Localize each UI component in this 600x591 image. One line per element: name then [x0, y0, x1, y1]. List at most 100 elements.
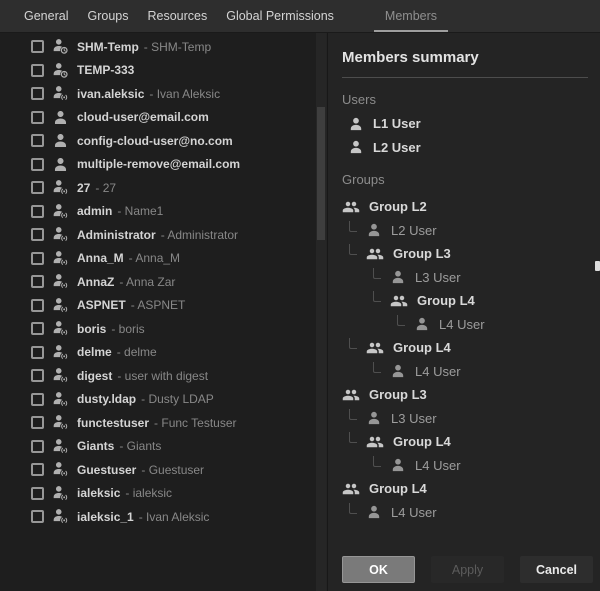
summary-user-item[interactable]: L3 User	[342, 266, 600, 290]
member-list-item[interactable]: ASPNET - ASPNET	[0, 294, 316, 318]
member-description: - delme	[116, 345, 157, 360]
member-list-item[interactable]: multiple-remove@email.com	[0, 153, 316, 177]
summary-user-item[interactable]: L1 User	[342, 112, 600, 136]
member-list-item[interactable]: dusty.ldap - Dusty LDAP	[0, 388, 316, 412]
member-list-item[interactable]: TEMP-333	[0, 59, 316, 83]
user-icon	[52, 132, 69, 149]
member-list-item[interactable]: admin - Name1	[0, 200, 316, 224]
member-checkbox[interactable]	[31, 204, 44, 218]
member-list-item[interactable]: config-cloud-user@no.com	[0, 129, 316, 153]
summary-user-label: L4 User	[439, 316, 485, 332]
member-name: admin	[77, 204, 113, 219]
summary-group-label: Group L3	[369, 387, 427, 403]
ok-button[interactable]: OK	[342, 556, 415, 583]
member-checkbox[interactable]	[31, 228, 44, 242]
summary-user-item[interactable]: L4 User	[342, 360, 600, 384]
text-cursor-artifact	[595, 261, 600, 271]
apply-button[interactable]: Apply	[431, 556, 504, 583]
summary-group-item[interactable]: Group L4	[342, 289, 600, 313]
summary-user-item[interactable]: L4 User	[342, 313, 600, 337]
summary-group-item[interactable]: Group L4	[342, 477, 600, 501]
dialog-buttons: OK Apply Cancel	[342, 556, 593, 583]
member-list-item[interactable]: ialeksic - ialeksic	[0, 482, 316, 506]
member-list-item[interactable]: ivan.aleksic - Ivan Aleksic	[0, 82, 316, 106]
member-checkbox[interactable]	[31, 486, 44, 500]
summary-user-label: L4 User	[415, 457, 461, 473]
user-sync-icon	[52, 273, 69, 290]
user-icon	[52, 156, 69, 173]
summary-user-label: L4 User	[391, 504, 437, 520]
member-name: multiple-remove@email.com	[77, 157, 241, 172]
member-name: digest	[77, 368, 113, 383]
user-icon	[366, 410, 382, 426]
tab-general[interactable]: General	[24, 0, 68, 32]
member-checkbox[interactable]	[31, 322, 44, 336]
user-icon	[348, 116, 364, 132]
summary-user-item[interactable]: L2 User	[342, 219, 600, 243]
member-list-item[interactable]: Guestuser - Guestuser	[0, 458, 316, 482]
summary-user-item[interactable]: L4 User	[342, 501, 600, 525]
member-checkbox[interactable]	[31, 275, 44, 289]
member-description: - Anna_M	[128, 251, 181, 266]
tab-groups[interactable]: Groups	[87, 0, 128, 32]
member-name: ASPNET	[77, 298, 126, 313]
summary-group-item[interactable]: Group L4	[342, 336, 600, 360]
tab-members[interactable]: Members	[373, 0, 449, 32]
member-list-item[interactable]: ialeksic_1 - Ivan Aleksic	[0, 505, 316, 529]
member-list-item[interactable]: Anna_M - Anna_M	[0, 247, 316, 271]
member-checkbox[interactable]	[31, 87, 44, 101]
summary-user-item[interactable]: L2 User	[342, 136, 600, 160]
member-name: Administrator	[77, 227, 156, 242]
member-checkbox[interactable]	[31, 439, 44, 453]
member-checkbox[interactable]	[31, 134, 44, 148]
user-sync-icon	[52, 203, 69, 220]
member-checkbox[interactable]	[31, 63, 44, 77]
member-list-item[interactable]: functestuser - Func Testuser	[0, 411, 316, 435]
member-name: AnnaZ	[77, 274, 115, 289]
member-list-item[interactable]: digest - user with digest	[0, 364, 316, 388]
member-checkbox[interactable]	[31, 392, 44, 406]
member-list-item[interactable]: AnnaZ - Anna Zar	[0, 270, 316, 294]
member-list-item[interactable]: boris - boris	[0, 317, 316, 341]
member-checkbox[interactable]	[31, 510, 44, 524]
tree-connector-icon	[373, 267, 381, 279]
tab-global-permissions[interactable]: Global Permissions	[226, 0, 334, 32]
member-list-item[interactable]: delme - delme	[0, 341, 316, 365]
member-description: - boris	[111, 321, 145, 336]
member-checkbox[interactable]	[31, 463, 44, 477]
member-checkbox[interactable]	[31, 298, 44, 312]
user-icon	[52, 109, 69, 126]
member-list-item[interactable]: SHM-Temp - SHM-Temp	[0, 35, 316, 59]
group-icon	[366, 339, 384, 357]
member-name: ialeksic_1	[77, 509, 134, 524]
member-checkbox[interactable]	[31, 369, 44, 383]
member-name: 27	[77, 180, 91, 195]
member-checkbox[interactable]	[31, 251, 44, 265]
member-checkbox[interactable]	[31, 157, 44, 171]
member-checkbox[interactable]	[31, 110, 44, 124]
members-list-scrollbar[interactable]	[316, 33, 326, 591]
summary-user-label: L4 User	[415, 363, 461, 379]
members-summary-panel: Members summary Users L1 User L2 User Gro…	[327, 33, 600, 591]
member-checkbox[interactable]	[31, 181, 44, 195]
summary-user-item[interactable]: L4 User	[342, 454, 600, 478]
scrollbar-thumb[interactable]	[317, 107, 325, 240]
member-list-item[interactable]: Giants - Giants	[0, 435, 316, 459]
member-checkbox[interactable]	[31, 345, 44, 359]
member-list-item[interactable]: 27 - 27	[0, 176, 316, 200]
member-name: Giants	[77, 439, 115, 454]
member-list-item[interactable]: cloud-user@email.com	[0, 106, 316, 130]
summary-group-item[interactable]: Group L2	[342, 195, 600, 219]
summary-group-item[interactable]: Group L4	[342, 430, 600, 454]
member-list-item[interactable]: Administrator - Administrator	[0, 223, 316, 247]
member-checkbox[interactable]	[31, 416, 44, 430]
member-checkbox[interactable]	[31, 40, 44, 54]
tree-connector-icon	[349, 338, 357, 350]
summary-user-item[interactable]: L3 User	[342, 407, 600, 431]
summary-group-label: Group L3	[393, 246, 451, 262]
cancel-button[interactable]: Cancel	[520, 556, 593, 583]
summary-group-item[interactable]: Group L3	[342, 242, 600, 266]
group-icon	[342, 480, 360, 498]
summary-group-item[interactable]: Group L3	[342, 383, 600, 407]
tab-resources[interactable]: Resources	[147, 0, 207, 32]
